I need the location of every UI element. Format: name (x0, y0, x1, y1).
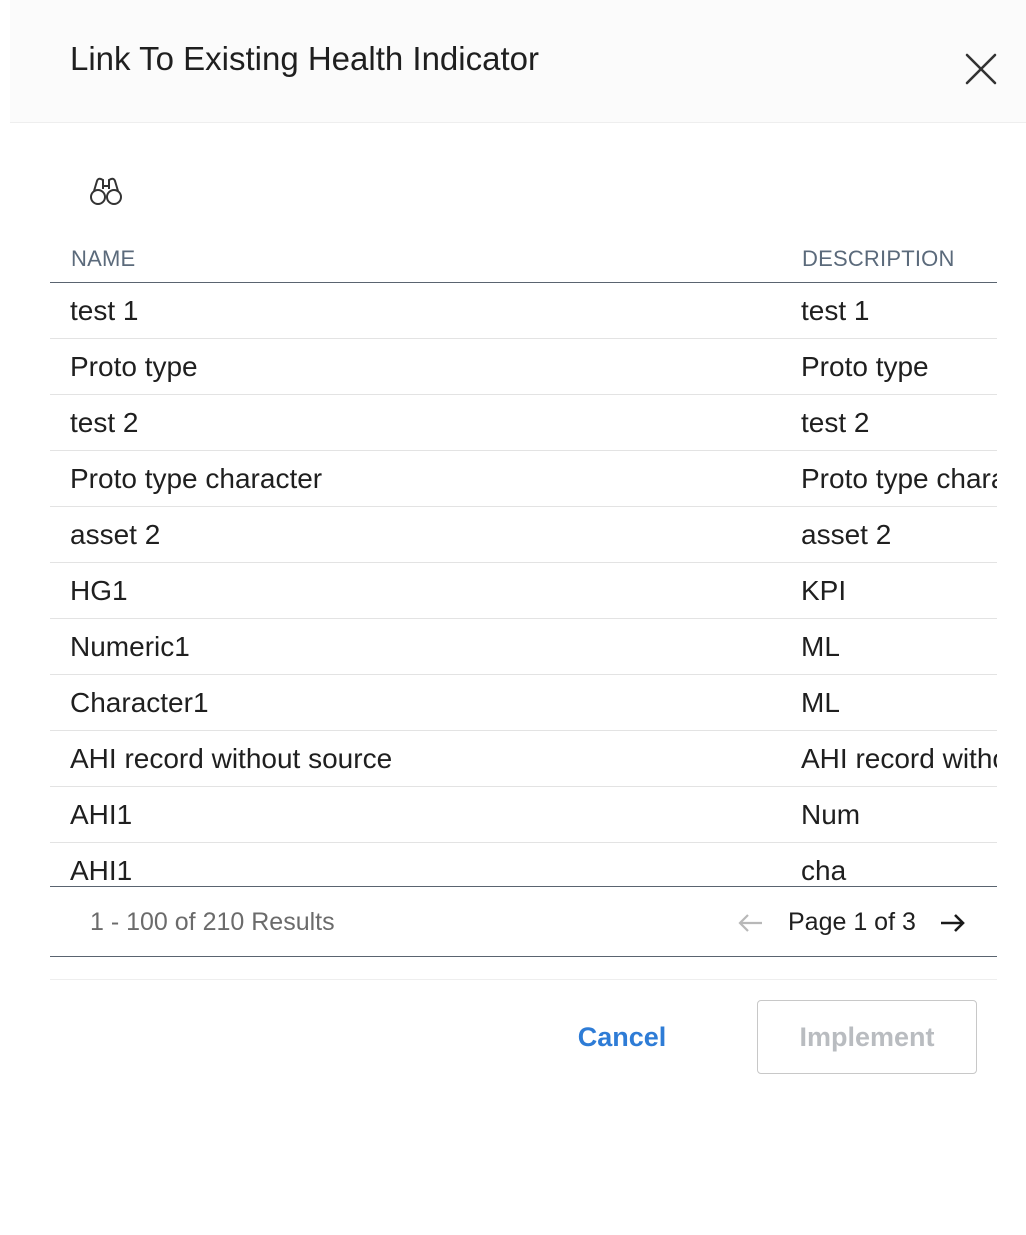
previous-page-button[interactable] (736, 908, 766, 938)
cell-description: asset 2 (801, 519, 892, 550)
cell-name: asset 2 (70, 519, 161, 550)
table-row[interactable]: test 1 test 1 (50, 283, 997, 339)
cell-description: ML (801, 687, 840, 718)
cell-name: Proto type character (70, 463, 323, 494)
table-header: NAME DESCRIPTION (50, 226, 997, 283)
page-indicator: Page 1 of 3 (788, 908, 916, 936)
health-indicator-table: NAME DESCRIPTION test 1 test 1 Proto typ… (50, 226, 997, 887)
cancel-button[interactable]: Cancel (560, 1003, 684, 1071)
table-row[interactable]: Character1 ML (50, 675, 997, 731)
cell-description: test 2 (801, 407, 870, 438)
table-row[interactable]: test 2 test 2 (50, 395, 997, 451)
close-button[interactable] (962, 50, 1000, 88)
table-body: test 1 test 1 Proto type Proto type test… (50, 283, 997, 887)
cell-description: cha (801, 855, 847, 886)
table-row[interactable]: Numeric1 ML (50, 619, 997, 675)
table-row[interactable]: AHI record without source AHI record wit… (50, 731, 997, 787)
arrow-left-icon (738, 914, 762, 932)
next-page-button[interactable] (937, 908, 967, 938)
table-row[interactable]: AHI1 Num (50, 787, 997, 843)
table-bottom-border (50, 886, 997, 887)
table-row[interactable]: AHI1 cha (50, 843, 997, 887)
dialog-header: Link To Existing Health Indicator (10, 0, 1026, 123)
cell-name: Numeric1 (70, 631, 190, 662)
cell-name: test 1 (70, 295, 139, 326)
cell-name: AHI1 (70, 855, 133, 886)
cell-name: AHI record without source (70, 743, 393, 774)
table-row[interactable]: Proto type Proto type (50, 339, 997, 395)
close-icon (965, 53, 997, 85)
cell-description: Proto type (801, 351, 929, 382)
cell-description: test 1 (801, 295, 870, 326)
cell-name: HG1 (70, 575, 128, 606)
search-button[interactable] (88, 175, 124, 209)
cell-name: Character1 (70, 687, 209, 718)
table-row[interactable]: asset 2 asset 2 (50, 507, 997, 563)
column-header-name[interactable]: NAME (71, 246, 135, 272)
cell-name: test 2 (70, 407, 139, 438)
implement-button[interactable]: Implement (757, 1000, 977, 1074)
cell-description: ML (801, 631, 840, 662)
cell-description: KPI (801, 575, 847, 606)
binoculars-icon (90, 177, 122, 205)
cell-name: Proto type (70, 351, 198, 382)
cell-description: Num (801, 799, 861, 830)
footer-divider (50, 979, 997, 980)
table-row[interactable]: Proto type character Proto type characte… (50, 451, 997, 507)
cell-description: AHI record without source (801, 743, 997, 774)
cell-description: Proto type character (801, 463, 997, 494)
arrow-right-icon (941, 914, 965, 932)
link-health-indicator-dialog: Link To Existing Health Indicator NAME D… (0, 0, 1026, 1235)
pagination-bar: 1 - 100 of 210 Results Page 1 of 3 (50, 888, 997, 957)
results-count: 1 - 100 of 210 Results (90, 908, 335, 936)
table-row[interactable]: HG1 KPI (50, 563, 997, 619)
column-header-description[interactable]: DESCRIPTION (802, 246, 955, 272)
dialog-title: Link To Existing Health Indicator (70, 40, 539, 77)
cell-name: AHI1 (70, 799, 133, 830)
